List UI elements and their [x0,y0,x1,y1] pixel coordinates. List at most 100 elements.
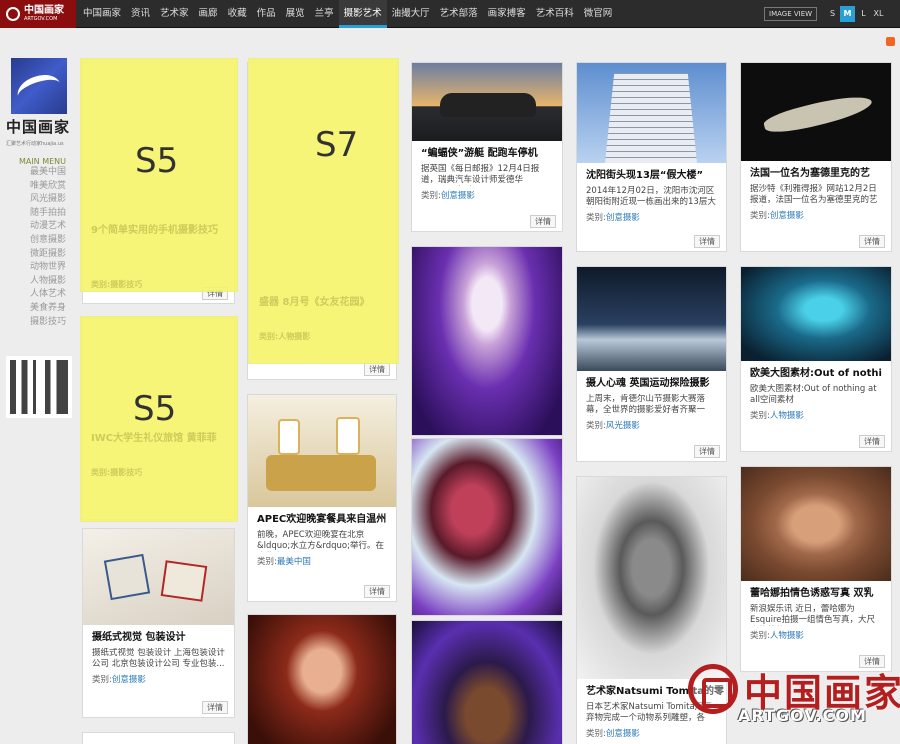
overlay-label: S5 [135,141,179,181]
image-card[interactable] [411,438,563,616]
card-title[interactable]: 法国一位名为塞德里克的艺 [741,167,891,180]
category-link[interactable]: 最美中国 [277,557,311,567]
details-button[interactable]: 详情 [694,445,720,458]
rss-icon[interactable] [886,37,895,46]
menu-item[interactable]: 人体艺术 [6,288,72,302]
image-card[interactable] [411,620,563,744]
card-title[interactable]: 沈阳街头现13层“假大楼” [577,169,726,182]
card-title[interactable]: 蕾哈娜拍情色诱惑写真 双乳 [741,587,891,600]
image-card[interactable] [411,246,563,436]
category-link[interactable]: 创意摄影 [606,213,640,223]
menu-item[interactable]: 最美中国 [6,166,72,180]
card-image[interactable] [577,267,726,371]
card-title[interactable]: 摄纸式视觉 包装设计 [83,631,234,644]
details-button[interactable]: 详情 [364,585,390,598]
nav-item[interactable]: 展览 [281,0,310,28]
watermark-en: ARTGOV.COM [738,706,867,725]
card-image[interactable] [741,63,891,161]
category-link[interactable]: 创意摄影 [770,211,804,221]
overlay-ghost-text: 类别:人物摄影 [259,332,311,341]
menu-item[interactable]: 随手拍拍 [6,207,72,221]
article-card[interactable]: APEC欢迎晚宴餐具来自温州 前晚，APEC欢迎晚宴在北京&ldquo;水立方&… [247,394,397,602]
image-card[interactable] [247,614,397,744]
details-button[interactable]: 详情 [530,215,556,228]
card-category: 类别:创意摄影 [586,213,640,223]
menu-item[interactable]: 美食养身 [6,302,72,316]
brand-logo-icon[interactable] [11,58,67,114]
overlay-ghost-text: 类别:摄影技巧 [91,468,143,477]
artgov-watermark: 中国画家 ARTGOV.COM [688,656,900,744]
card-image[interactable] [577,63,726,163]
category-link[interactable]: 人物摄影 [770,631,804,641]
category-link[interactable]: 创意摄影 [112,675,146,685]
image-view-button[interactable]: IMAGE VIEW [764,7,818,21]
card-image[interactable] [248,395,396,507]
nav-item[interactable]: 艺术家 [155,0,194,28]
card-title[interactable]: APEC欢迎晚宴餐具来自温州 [248,513,396,526]
card-image[interactable] [577,477,726,679]
article-card[interactable]: 法国一位名为塞德里克的艺 据沙特《利雅得报》网站12月2日报道，法国一位名为塞德… [740,62,892,252]
card-image[interactable] [412,439,562,615]
card-image[interactable] [741,267,891,361]
menu-item[interactable]: 动漫艺术 [6,220,72,234]
card-category: 类别:最美中国 [257,557,311,567]
nav-item[interactable]: 资讯 [126,0,155,28]
nav-item[interactable]: 中国画家 [78,0,126,28]
article-card[interactable]: 欧美大图素材:Out of nothi 欧美大图素材:Out of nothin… [740,266,892,452]
card-image[interactable] [248,615,396,744]
nav-item[interactable]: 收藏 [223,0,252,28]
card-image[interactable] [412,621,562,744]
size-s-button[interactable]: S [825,6,840,22]
details-button[interactable]: 详情 [364,363,390,376]
category-link[interactable]: 人物摄影 [770,411,804,421]
seal-icon [688,664,738,714]
nav-item[interactable]: 兰亭 [310,0,339,28]
qr-code [6,356,72,418]
card-category: 类别:创意摄影 [421,191,475,201]
nav-item-active[interactable]: 摄影艺术 [338,0,387,28]
nav-item[interactable]: 画廊 [194,0,223,28]
card-description: 摄纸式视觉 包装设计 上海包装设计公司 北京包装设计公司 专业包装... [92,648,225,669]
yellow-overlay-s5-second: S5 IWC大学生礼仪旅馆 黄菲菲 类别:摄影技巧 [80,316,238,522]
card-title[interactable]: “蝙蝠侠”游艇 配跑车停机 [412,147,562,160]
category-link[interactable]: 创意摄影 [606,729,640,739]
card-title[interactable]: 摄人心魂 英国运动探险摄影 [577,377,726,390]
card-image[interactable] [412,63,562,141]
nav-item[interactable]: 微官网 [579,0,618,28]
menu-item[interactable]: 创意摄影 [6,234,72,248]
menu-item[interactable]: 动物世界 [6,261,72,275]
details-button[interactable]: 详情 [859,235,885,248]
article-card[interactable]: “蝙蝠侠”游艇 配跑车停机 据英国《每日邮报》12月4日报道，瑞典汽车设计师爱德… [411,62,563,232]
details-button[interactable]: 详情 [859,435,885,448]
size-l-button[interactable]: L [856,6,871,22]
card-category: 类别:创意摄影 [750,211,804,221]
category-link[interactable]: 创意摄影 [441,191,475,201]
category-link[interactable]: 风光摄影 [606,421,640,431]
size-xl-button[interactable]: XL [871,6,886,22]
card-stub[interactable] [82,732,235,744]
card-image[interactable] [412,247,562,435]
menu-item[interactable]: 人物摄影 [6,275,72,289]
card-description: 欧美大图素材:Out of nothing at all空间素材 [750,384,877,405]
article-card[interactable]: 摄人心魂 英国运动探险摄影 上周末，肯德尔山节摄影大赛落幕，全世界的摄影爱好者齐… [576,266,727,462]
nav-item[interactable]: 油撮大厅 [387,0,435,28]
size-m-button[interactable]: M [840,6,855,22]
article-card[interactable]: 蕾哈娜拍情色诱惑写真 双乳 新浪娱乐讯 近日，蕾哈娜为Esquire拍摄一组情色… [740,466,892,672]
nav-item[interactable]: 画家搏客 [483,0,531,28]
card-image[interactable] [741,467,891,581]
article-card[interactable]: 沈阳街头现13层“假大楼” 2014年12月02日，沈阳市沈河区朝阳街附近现一栋… [576,62,727,252]
details-button[interactable]: 详情 [202,701,228,714]
site-logo[interactable]: 中国画家 ARTGOV.COM [0,0,76,28]
nav-item[interactable]: 艺术百科 [531,0,579,28]
article-card[interactable]: 摄纸式视觉 包装设计 摄纸式视觉 包装设计 上海包装设计公司 北京包装设计公司 … [82,528,235,718]
card-title[interactable]: 欧美大图素材:Out of nothi [741,367,891,380]
details-button[interactable]: 详情 [694,235,720,248]
menu-item[interactable]: 风光摄影 [6,193,72,207]
overlay-ghost-text: 盛器 8月号《女友花园》 [259,297,370,308]
menu-item[interactable]: 摄影技巧 [6,316,72,330]
card-image[interactable] [83,529,234,625]
menu-item[interactable]: 微距摄影 [6,248,72,262]
nav-item[interactable]: 艺术部落 [435,0,483,28]
menu-item[interactable]: 唯美欣赏 [6,180,72,194]
nav-item[interactable]: 作品 [252,0,281,28]
